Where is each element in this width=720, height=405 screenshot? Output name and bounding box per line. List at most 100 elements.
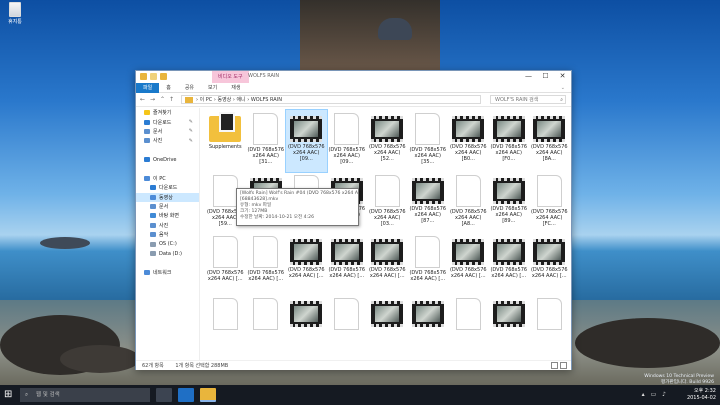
file-item[interactable]: (DVD 768x576 x264 AAC) [FC... bbox=[529, 172, 570, 234]
nav-item[interactable]: 네트워크 bbox=[136, 268, 199, 277]
item-count: 62개 항목 bbox=[142, 363, 164, 369]
properties-icon[interactable] bbox=[150, 73, 157, 80]
nav-item-label: 이 PC bbox=[153, 175, 166, 182]
clock[interactable]: 오후 2:32 2015-04-02 bbox=[687, 388, 716, 402]
file-name bbox=[205, 332, 245, 350]
video-thumbnail-icon bbox=[533, 116, 566, 142]
file-item[interactable]: (DVD 768x576 x264 AAC) [09... bbox=[327, 110, 368, 172]
video-tools-context-tab[interactable]: 비디오 도구 bbox=[212, 71, 249, 83]
file-item[interactable] bbox=[286, 295, 327, 357]
ribbon-expand-icon[interactable]: ⌄ bbox=[561, 85, 565, 91]
file-item[interactable]: (DVD 768x576 x264 AAC) [... bbox=[448, 233, 489, 295]
breadcrumb[interactable]: › 이 PC › 동영상 › 애니 › WOLFS RAIN bbox=[181, 95, 481, 104]
file-item[interactable]: (DVD 768x576 x264 AAC) [52... bbox=[367, 110, 408, 172]
system-tray-icons[interactable]: ▴ ▭ ♪ bbox=[642, 391, 668, 398]
up-button[interactable]: ↑ bbox=[169, 96, 174, 103]
file-item[interactable]: (DVD 768x576 x264 AAC) [87... bbox=[408, 172, 449, 234]
video-thumbnail-icon bbox=[371, 300, 404, 327]
nav-item[interactable]: 사진 bbox=[136, 221, 199, 230]
nav-item[interactable]: 사진 ✎ bbox=[136, 136, 199, 145]
nav-item[interactable]: OS (C:) bbox=[136, 239, 199, 248]
nav-item[interactable]: 이 PC bbox=[136, 174, 199, 183]
navigation-pane: 즐겨찾기 다운로드 ✎ 문서 ✎ 사진 ✎ OneDrive 이 PC 다운로드 동영상 문서 바탕 화… bbox=[136, 108, 200, 360]
file-name: (DVD 768x576 x264 AAC) [... bbox=[409, 270, 447, 282]
blank-file-icon bbox=[536, 297, 562, 330]
video-thumbnail-icon bbox=[492, 300, 525, 327]
file-item[interactable]: (DVD 768x576 x264 AAC) [... bbox=[327, 233, 368, 295]
file-name: Supplements bbox=[208, 144, 242, 150]
forward-button[interactable]: → bbox=[150, 96, 155, 103]
file-item[interactable] bbox=[205, 295, 246, 357]
file-item[interactable]: (DVD 768x576 x264 AAC) [31... bbox=[246, 110, 287, 172]
file-item[interactable]: (DVD 768x576 x264 AAC) [35... bbox=[408, 110, 449, 172]
taskbar-search-input[interactable]: ⌕ 웹 및 검색 bbox=[20, 388, 150, 402]
file-item[interactable]: (DVD 768x576 x264 AAC) [... bbox=[529, 233, 570, 295]
task-view-icon[interactable] bbox=[156, 388, 172, 402]
nav-item[interactable]: 동영상 bbox=[136, 192, 199, 202]
file-name: (DVD 768x576 x264 AAC) [89... bbox=[490, 205, 528, 224]
file-item[interactable] bbox=[246, 295, 287, 357]
minimize-button[interactable]: — bbox=[520, 71, 537, 83]
file-explorer-taskbar-icon[interactable] bbox=[200, 388, 216, 402]
back-button[interactable]: ← bbox=[140, 96, 145, 103]
tab-view[interactable]: 보기 bbox=[201, 84, 224, 91]
folder-item[interactable]: Supplements bbox=[205, 110, 246, 172]
file-item[interactable]: (DVD 768x576 x264 AAC) [F0... bbox=[489, 110, 530, 172]
nav-item[interactable]: 다운로드 ✎ bbox=[136, 117, 199, 126]
file-item[interactable]: (DVD 768x576 x264 AAC) [09... bbox=[285, 109, 328, 173]
file-item[interactable] bbox=[529, 295, 570, 357]
file-item[interactable]: (DVD 768x576 x264 AAC) [... bbox=[246, 233, 287, 295]
file-item[interactable]: (DVD 768x576 x264 AAC) [8A... bbox=[529, 110, 570, 172]
tab-play[interactable]: 재생 bbox=[224, 84, 247, 91]
video-thumbnail-icon bbox=[452, 116, 485, 142]
details-view-icon[interactable] bbox=[551, 362, 558, 369]
address-bar-row: ← → ⌃ ↑ › 이 PC › 동영상 › 애니 › WOLFS RAIN W… bbox=[136, 93, 571, 107]
start-button[interactable]: ⊞ bbox=[4, 389, 16, 401]
tab-home[interactable]: 홈 bbox=[159, 84, 178, 91]
tab-file[interactable]: 파일 bbox=[136, 82, 160, 93]
title-bar[interactable]: 비디오 도구 WOLFS RAIN — ☐ ✕ bbox=[136, 71, 571, 83]
recent-locations-button[interactable]: ⌃ bbox=[160, 96, 165, 103]
recycle-bin-icon bbox=[9, 2, 21, 17]
file-item[interactable] bbox=[367, 295, 408, 357]
tab-share[interactable]: 공유 bbox=[178, 84, 201, 91]
desktop-icon bbox=[150, 213, 156, 219]
new-folder-icon[interactable] bbox=[160, 73, 167, 80]
search-input[interactable]: WOLF'S RAIN 검색 ⌕ bbox=[490, 95, 566, 104]
file-name: (DVD 768x576 x264 AAC) [A8... bbox=[449, 208, 487, 227]
file-item[interactable] bbox=[448, 295, 489, 357]
nav-item[interactable]: Data (D:) bbox=[136, 249, 199, 258]
nav-item-label: 네트워크 bbox=[153, 269, 172, 276]
nav-item[interactable]: 문서 bbox=[136, 202, 199, 211]
nav-item[interactable]: 즐겨찾기 bbox=[136, 108, 199, 117]
file-item[interactable]: (DVD 768x576 x264 AAC) [03... bbox=[367, 172, 408, 234]
file-item[interactable]: (DVD 768x576 x264 AAC) [B0... bbox=[448, 110, 489, 172]
file-item[interactable]: (DVD 768x576 x264 AAC) [... bbox=[205, 233, 246, 295]
video-thumbnail-icon bbox=[371, 116, 404, 142]
file-name: (DVD 768x576 x264 AAC) [... bbox=[530, 267, 568, 279]
nav-item[interactable]: 다운로드 bbox=[136, 183, 199, 192]
nav-item[interactable]: 음악 bbox=[136, 230, 199, 239]
file-item[interactable] bbox=[408, 295, 449, 357]
ie-browser-icon[interactable] bbox=[178, 388, 194, 402]
nav-item[interactable]: 문서 ✎ bbox=[136, 127, 199, 136]
file-name: (DVD 768x576 x264 AAC) [... bbox=[206, 270, 244, 282]
folder-icon[interactable] bbox=[140, 73, 147, 80]
close-button[interactable]: ✕ bbox=[554, 71, 571, 83]
file-item[interactable]: (DVD 768x576 x264 AAC) [... bbox=[408, 233, 449, 295]
pictures-icon bbox=[150, 222, 156, 228]
file-item[interactable]: (DVD 768x576 x264 AAC) [A8... bbox=[448, 172, 489, 234]
file-item[interactable]: (DVD 768x576 x264 AAC) [... bbox=[367, 233, 408, 295]
maximize-button[interactable]: ☐ bbox=[537, 71, 554, 83]
blank-file-icon bbox=[253, 236, 279, 268]
nav-item[interactable]: 바탕 화면 bbox=[136, 211, 199, 220]
recycle-bin-desktop-icon[interactable]: 휴지통 bbox=[4, 2, 26, 25]
file-item[interactable] bbox=[327, 295, 368, 357]
file-item[interactable]: (DVD 768x576 x264 AAC) [... bbox=[286, 233, 327, 295]
file-name bbox=[408, 329, 448, 347]
nav-item[interactable]: OneDrive bbox=[136, 155, 199, 164]
file-item[interactable]: (DVD 768x576 x264 AAC) [89... bbox=[489, 172, 530, 234]
file-item[interactable]: (DVD 768x576 x264 AAC) [... bbox=[489, 233, 530, 295]
large-icons-view-icon[interactable] bbox=[560, 362, 567, 369]
file-item[interactable] bbox=[489, 295, 530, 357]
